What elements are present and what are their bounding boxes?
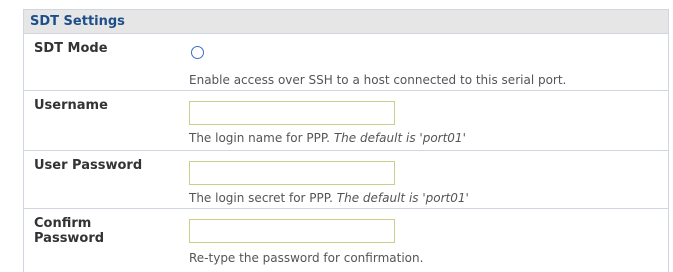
confirm-password-help: Re-type the password for confirmation. bbox=[189, 251, 424, 265]
username-help-default: The default is 'port01' bbox=[333, 131, 466, 145]
user-password-row: User Password The login secret for PPP. … bbox=[24, 151, 668, 209]
username-help-text: The login name for PPP. bbox=[189, 131, 330, 145]
username-label: Username bbox=[34, 98, 108, 113]
confirm-password-label-line1: Confirm bbox=[34, 216, 92, 231]
confirm-password-row: Confirm Password Re-type the password fo… bbox=[24, 209, 668, 272]
sdt-mode-row: SDT Mode Enable access over SSH to a hos… bbox=[24, 34, 668, 91]
username-help: The login name for PPP. The default is '… bbox=[189, 131, 466, 145]
confirm-password-label-line2: Password bbox=[34, 231, 105, 246]
username-input[interactable] bbox=[189, 101, 395, 125]
sdt-settings-panel: SDT Settings SDT Mode Enable access over… bbox=[23, 9, 669, 272]
username-row: Username The login name for PPP. The def… bbox=[24, 91, 668, 151]
sdt-mode-radio[interactable] bbox=[191, 46, 204, 59]
user-password-input[interactable] bbox=[189, 161, 395, 185]
section-header: SDT Settings bbox=[24, 10, 668, 34]
sdt-mode-help: Enable access over SSH to a host connect… bbox=[189, 73, 567, 87]
user-password-label: User Password bbox=[34, 158, 143, 173]
user-password-help: The login secret for PPP. The default is… bbox=[189, 191, 469, 205]
confirm-password-label: Confirm Password bbox=[34, 216, 104, 246]
section-title: SDT Settings bbox=[30, 14, 125, 29]
user-password-help-default: The default is 'port01' bbox=[336, 191, 469, 205]
confirm-password-input[interactable] bbox=[189, 219, 395, 243]
sdt-mode-label: SDT Mode bbox=[34, 41, 108, 56]
user-password-help-text: The login secret for PPP. bbox=[189, 191, 333, 205]
